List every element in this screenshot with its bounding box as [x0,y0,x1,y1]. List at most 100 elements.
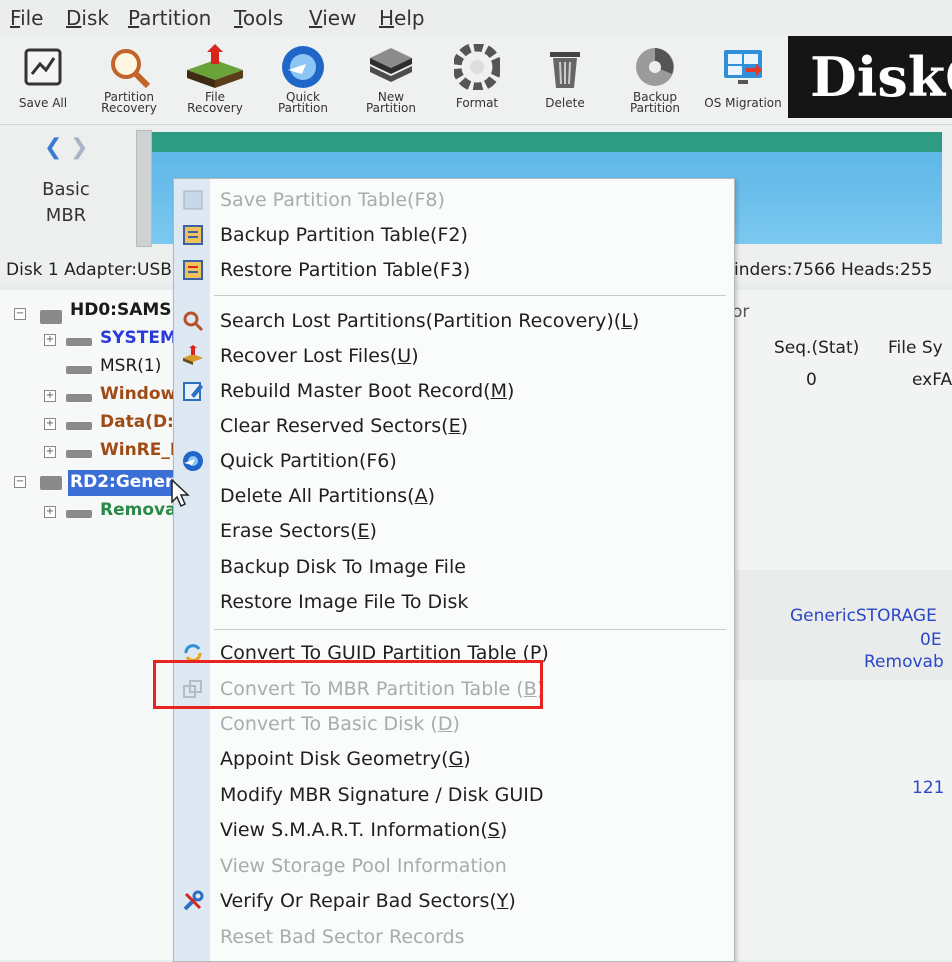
menu-item-erase-sectors-label: Erase Sectors( [220,520,358,542]
filesystem-value: exFA [912,370,952,390]
backup-partition-label-2: Partition [629,101,680,115]
menu-item-convert-to-basic-disk[interactable]: Convert To Basic Disk (D) [220,713,460,735]
menu-item-erase-sectors-key: E [357,520,370,542]
repair-tools-icon [183,890,204,911]
format-icon [454,44,500,90]
menu-item-backup-partition-table[interactable]: Backup Partition Table(F2) [220,224,468,246]
disk-type: Basic [42,179,90,200]
menu-item-search-lost-partitions-label: Search Lost Partitions(Partition Recover… [220,310,622,332]
expand-toggle-system[interactable]: + [44,334,56,346]
menu-item-view-smart-info[interactable]: View S.M.A.R.T. Information(S) [220,819,507,841]
os-migration-button[interactable]: OS Migration [700,38,786,122]
menu-item-restore-partition-table[interactable]: Restore Partition Table(F3) [220,259,470,281]
magnifier-icon [111,49,151,89]
menu-item-backup-disk-to-image[interactable]: Backup Disk To Image File [220,556,466,578]
menu-item-convert-to-basic-disk-label: Convert To Basic Disk ( [220,713,438,735]
menu-item-modify-mbr-signature[interactable]: Modify MBR Signature / Disk GUID [220,784,544,806]
tree-item-msr[interactable]: MSR(1) [100,356,161,376]
menu-item-restore-image-to-disk[interactable]: Restore Image File To Disk [220,591,468,613]
menu-partition[interactable]: Partition [128,6,211,30]
quick-partition-button[interactable]: Quick Partition [260,38,346,122]
disk-adapter-info: Disk 1 Adapter:USB [6,260,172,280]
expand-toggle-winre[interactable]: + [44,446,56,458]
partition-icon [66,422,92,430]
delete-label: Delete [545,96,585,110]
tree-item-removable[interactable]: Remova [100,500,177,520]
collapse-toggle-hd0[interactable]: − [14,308,26,320]
menu-item-search-lost-partitions-key: L [621,310,632,332]
disk-tree-panel: − HD0:SAMS + SYSTEM MSR(1) + Window + Da… [0,290,177,960]
menu-item-verify-repair-bad-sectors-key: Y [496,890,509,912]
tree-item-rd2[interactable]: RD2:Gener [70,472,173,492]
partition-recovery-button[interactable]: Partition Recovery [86,38,172,122]
file-recovery-button[interactable]: File Recovery [172,38,258,122]
menu-item-view-smart-info-end: ) [499,819,508,841]
menu-item-convert-to-basic-disk-key: D [437,713,453,735]
menu-item-delete-all-partitions-label: Delete All Partitions( [220,485,415,507]
mouse-cursor-icon [171,478,190,508]
menu-tools[interactable]: Tools [234,6,283,30]
menu-item-reset-bad-sector-records[interactable]: Reset Bad Sector Records [220,926,465,948]
menu-item-recover-lost-files[interactable]: Recover Lost Files(U) [220,345,419,367]
menu-help[interactable]: Help [379,6,425,30]
expand-toggle-windows[interactable]: + [44,390,56,402]
menu-item-clear-reserved-sectors[interactable]: Clear Reserved Sectors(E) [220,415,468,437]
partition-recovery-label-2: Recovery [101,101,157,115]
removable-disk-icon [40,476,62,490]
backup-table-icon [183,225,203,245]
menu-item-quick-partition-label: Quick Partition(F6) [220,450,397,472]
menu-item-search-lost-partitions[interactable]: Search Lost Partitions(Partition Recover… [220,310,639,332]
menu-disk-underlined: D [66,6,82,30]
tree-item-windows[interactable]: Window [100,384,176,404]
menu-item-save-partition-table[interactable]: Save Partition Table(F8) [220,189,445,211]
column-header-filesystem[interactable]: File Sy [888,338,943,358]
disk-number-value: 121 [912,778,945,798]
os-migration-label: OS Migration [704,96,782,110]
quick-partition-icon [282,46,324,88]
menu-item-recover-lost-files-end: ) [411,345,419,367]
menu-item-appoint-disk-geometry-label: Appoint Disk Geometry( [220,748,449,770]
menu-item-delete-all-partitions[interactable]: Delete All Partitions(A) [220,485,435,507]
save-all-button[interactable]: Save All [0,38,86,122]
menu-item-quick-partition[interactable]: Quick Partition(F6) [220,450,397,472]
menu-view-underlined: V [309,6,323,30]
seq-value: 0 [806,370,817,390]
menu-item-view-storage-pool[interactable]: View Storage Pool Information [220,855,507,877]
tree-item-data[interactable]: Data(D: [100,412,174,432]
menu-item-rebuild-mbr[interactable]: Rebuild Master Boot Record(M) [220,380,514,402]
new-partition-button[interactable]: New Partition [348,38,434,122]
menu-item-appoint-disk-geometry-key: G [448,748,464,770]
menu-item-verify-repair-bad-sectors[interactable]: Verify Or Repair Bad Sectors(Y) [220,890,516,912]
file-recovery-icon [187,44,243,88]
collapse-toggle-rd2[interactable]: − [14,476,26,488]
format-button[interactable]: Format [434,38,520,122]
menu-item-recover-lost-files-key: U [397,345,412,367]
expand-toggle-removable[interactable]: + [44,506,56,518]
menu-item-erase-sectors[interactable]: Erase Sectors(E) [220,520,377,542]
backup-partition-button[interactable]: Backup Partition [612,38,698,122]
menu-file[interactable]: File [10,6,43,30]
save-table-icon [183,190,203,210]
menu-item-clear-reserved-sectors-key: E [448,415,461,437]
menu-partition-underlined: P [128,6,140,30]
menu-item-view-smart-info-key: S [487,819,500,841]
app-logo: DiskG [788,36,952,118]
menu-item-recover-lost-files-label: Recover Lost Files( [220,345,398,367]
tree-item-hd0[interactable]: HD0:SAMS [70,300,172,320]
tree-item-winre[interactable]: WinRE_I [100,440,176,460]
disk-geometry-info: inders:7566 Heads:255 [734,260,933,280]
previous-disk-arrow-icon[interactable]: ❮ [44,135,62,160]
menu-item-appoint-disk-geometry[interactable]: Appoint Disk Geometry(G) [220,748,471,770]
os-migration-icon [724,50,762,84]
menu-view[interactable]: View [309,6,356,30]
column-header-seq[interactable]: Seq.(Stat) [774,338,859,358]
menu-disk[interactable]: Disk [66,6,109,30]
expand-toggle-data[interactable]: + [44,418,56,430]
menu-item-restore-image-to-disk-label: Restore Image File To Disk [220,591,469,613]
next-disk-arrow-icon[interactable]: ❯ [70,135,88,160]
tree-item-system[interactable]: SYSTEM [100,328,177,348]
delete-button[interactable]: Delete [522,38,608,122]
annotation-highlight-box [153,660,543,709]
disk-partition-style: MBR [45,205,87,226]
disk-map-scrollbar[interactable] [136,130,152,247]
